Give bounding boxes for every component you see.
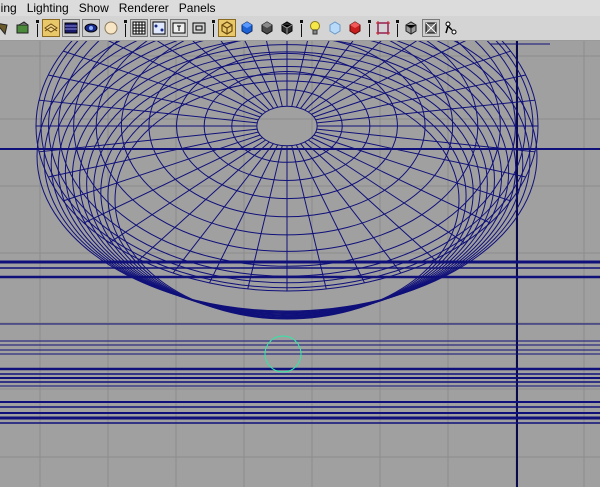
- mesh-ring: [256, 105, 318, 147]
- menu-lighting[interactable]: Lighting: [22, 0, 74, 16]
- 2d-pan-zoom-icon: [104, 21, 118, 35]
- use-default-material-icon: [261, 21, 273, 35]
- menu-shading[interactable]: ling: [0, 0, 22, 16]
- lock-camera-icon: [16, 21, 29, 34]
- camera-attributes-icon: [44, 23, 58, 33]
- select-camera-icon: [0, 23, 8, 36]
- wireframe-icon: [221, 21, 233, 35]
- toolbar-separator: [367, 19, 371, 37]
- wireframe-button[interactable]: [218, 19, 236, 37]
- horizontal-wire-bands: [0, 260, 600, 424]
- use-all-lights-icon: [310, 21, 320, 35]
- wireframe-on-shaded-button[interactable]: [278, 19, 296, 37]
- mesh-spoke: [109, 139, 266, 244]
- xray-joints-button[interactable]: [442, 19, 460, 37]
- shadows-button[interactable]: [326, 19, 344, 37]
- use-all-lights-button[interactable]: [306, 19, 324, 37]
- use-default-material-button[interactable]: [258, 19, 276, 37]
- isolate-select-icon: [376, 21, 390, 35]
- select-camera-button[interactable]: [0, 19, 12, 37]
- isolate-select-button[interactable]: [374, 19, 392, 37]
- toolbar-separator: [299, 19, 303, 37]
- film-gate-button[interactable]: [150, 19, 168, 37]
- mesh-spoke: [308, 139, 465, 244]
- panel-menubar: ling Lighting Show Renderer Panels: [0, 0, 600, 16]
- resolution-gate-icon: [172, 22, 186, 34]
- shadows-icon: [329, 21, 341, 35]
- camera-attributes-button[interactable]: [42, 19, 60, 37]
- bookmarks-icon: [64, 22, 78, 34]
- lock-camera-button[interactable]: [14, 19, 32, 37]
- xray-active-components-button[interactable]: [422, 19, 440, 37]
- xray-icon: [405, 21, 417, 35]
- menu-renderer[interactable]: Renderer: [114, 0, 174, 16]
- grid-button[interactable]: [130, 19, 148, 37]
- 3d-viewport[interactable]: [0, 41, 600, 487]
- bookmarks-button[interactable]: [62, 19, 80, 37]
- mesh-spoke: [172, 143, 274, 274]
- grid-icon: [132, 21, 146, 35]
- toolbar-separator: [123, 19, 127, 37]
- panel-toolbar: [0, 16, 600, 41]
- safe-title-icon: [192, 22, 206, 34]
- image-plane-button[interactable]: [82, 19, 100, 37]
- viewport-canvas[interactable]: [0, 41, 600, 487]
- screen-space-ao-icon: [349, 21, 361, 35]
- smooth-shade-button[interactable]: [238, 19, 256, 37]
- mesh-spoke: [300, 143, 402, 274]
- xray-active-components-icon: [425, 22, 437, 34]
- 2d-pan-zoom-button[interactable]: [102, 19, 120, 37]
- menu-show[interactable]: Show: [74, 0, 114, 16]
- toolbar-separator: [395, 19, 399, 37]
- image-plane-icon: [84, 23, 98, 33]
- maya-viewport-panel: ling Lighting Show Renderer Panels: [0, 0, 600, 487]
- safe-title-button[interactable]: [190, 19, 208, 37]
- wireframe-on-shaded-icon: [281, 21, 293, 35]
- smooth-shade-icon: [241, 21, 253, 35]
- xray-button[interactable]: [402, 19, 420, 37]
- film-gate-icon: [152, 21, 166, 35]
- toolbar-separator: [35, 19, 39, 37]
- menu-panels[interactable]: Panels: [174, 0, 221, 16]
- resolution-gate-button[interactable]: [170, 19, 188, 37]
- xray-joints-icon: [445, 21, 457, 35]
- toolbar-separator: [211, 19, 215, 37]
- screen-space-ao-button[interactable]: [346, 19, 364, 37]
